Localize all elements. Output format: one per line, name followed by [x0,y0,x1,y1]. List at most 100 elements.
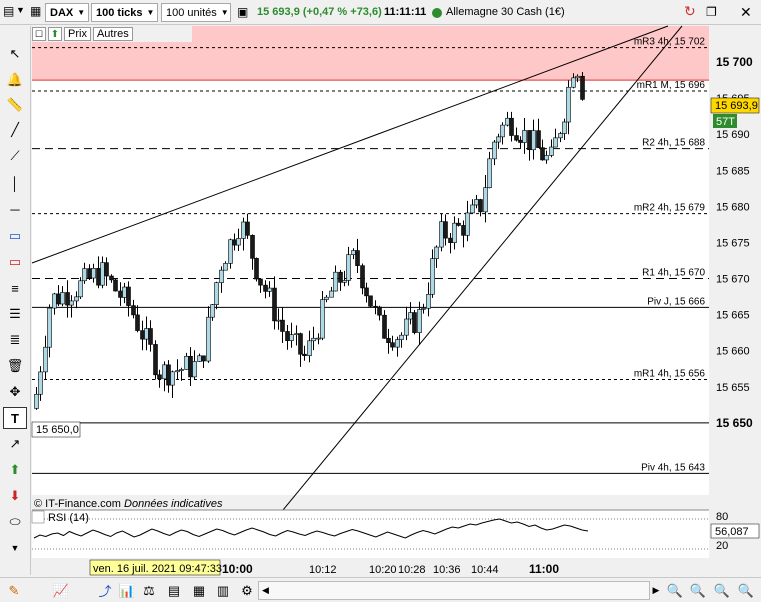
candle [483,187,488,213]
layout-icon[interactable]: ▦ [190,581,208,600]
arrow-up-icon[interactable]: ⬆ [48,27,62,41]
prix-button[interactable]: Prix [64,27,91,41]
candle [184,355,189,370]
share-icon[interactable]: ⤴ [96,581,114,600]
time-label-1012: 10:12 [309,564,337,576]
time-scrollbar[interactable]: ◀ [258,581,650,600]
zoom-fit-icon[interactable]: 🔍 [665,581,685,600]
chart-menu-icon[interactable]: ▤ [3,4,14,18]
candle [113,279,118,292]
trash-icon[interactable]: 🗑 [3,355,27,377]
level-label-2: R2 4h, 15 688 [642,138,705,149]
candle [439,221,444,248]
zoom-in-icon[interactable]: 🔍 [688,581,708,600]
vertical-line-icon[interactable]: │ [3,172,27,194]
arrow-down-icon[interactable]: ⬇ [3,485,27,507]
axis-label-15685: 15 685 [716,165,750,177]
candle [478,199,483,213]
time-label-1028: 10:28 [398,564,426,576]
cursor-icon[interactable]: ↖ [3,43,27,65]
line-tool-icon[interactable]: ╱ [3,119,27,141]
candle [553,137,558,148]
symbol-select[interactable]: DAX ▼ [45,3,89,22]
candle [531,130,536,151]
instrument-name: Allemagne 30 Cash (1€) [446,6,565,18]
candle [536,130,541,148]
horizontal-line-icon[interactable]: ─ [3,198,27,220]
pen-icon[interactable]: ✎ [4,581,24,600]
rsi-checkbox[interactable] [31,510,45,524]
candle [522,130,527,143]
bell-icon[interactable]: 🔔 [3,69,27,91]
time-cursor-label: ven. 16 juil. 2021 09:47:33 [93,563,222,575]
candle [562,121,567,134]
candle [232,239,237,246]
candle [294,333,299,335]
refresh-icon[interactable]: ↻ [684,3,696,20]
candle [448,237,453,243]
candle [307,340,312,356]
candle [395,339,400,348]
chevron-down-icon[interactable]: ▼ [3,537,27,559]
rsi-label: RSI (14) [48,512,89,524]
candle [316,337,321,340]
rsi-value: 56,087 [715,526,749,538]
grid-icon[interactable]: ▥ [214,581,232,600]
channel-icon[interactable]: ≣ [3,329,27,351]
ellipse-tool-icon[interactable]: ⬭ [3,511,27,533]
ticks-badge-label: 57T [716,116,735,128]
rsi-panel[interactable] [32,510,709,558]
units-select[interactable]: 100 unités ▼ [161,3,231,22]
candle [258,278,263,286]
template-icon[interactable]: ▤ [165,581,183,600]
arrow-up-icon[interactable]: ⬆ [3,459,27,481]
fibonacci-icon[interactable]: ≡ [3,277,27,299]
segment-tool-icon[interactable]: ⟋ [3,145,27,167]
compare-icon[interactable]: ⚖ [140,581,158,600]
candle [201,355,206,362]
zoom-reset-icon[interactable]: 🔍 [736,581,756,600]
candle [324,296,329,300]
settings-icon[interactable]: ⚙ [238,581,256,600]
candle [580,75,585,100]
level-label-0: mR3 4h, 15 702 [634,37,706,48]
time-label-1044: 10:44 [471,564,499,576]
scroll-left-icon[interactable]: ◀ [259,585,272,596]
price-panel[interactable] [32,26,709,495]
restore-icon[interactable]: ❐ [706,5,717,19]
candle [487,158,492,189]
status-dot-icon [432,8,442,18]
candle [91,268,96,279]
scroll-right-icon[interactable]: ▶ [651,581,661,600]
chart-style-icon[interactable]: 📈 [50,581,72,600]
candle [135,314,140,331]
candle [430,258,435,295]
ticks-select[interactable]: 100 ticks ▼ [91,3,158,22]
candle [276,319,281,322]
candle [118,290,123,298]
chart-area[interactable]: mR3 4h, 15 702 mR1 M, 15 696 R2 4h, 15 688… [0,0,761,577]
chevron-down-icon[interactable]: ▼ [16,5,25,15]
candle [144,328,149,340]
axis-label-15700: 15 700 [716,55,753,69]
ruler-icon[interactable]: 📏 [3,94,27,116]
level-label-4: R1 4h, 15 670 [642,268,705,279]
candle [52,293,57,309]
panel-checkbox[interactable]: ☐ [32,27,46,41]
zoom-out-icon[interactable]: 🔍 [712,581,732,600]
buy-order-icon[interactable]: ▭ [3,225,27,247]
sell-order-icon[interactable]: ▭ [3,251,27,273]
chart-type-icon[interactable]: ▦ [30,4,41,18]
fibo-fan-icon[interactable]: ☰ [3,303,27,325]
move-icon[interactable]: ✥ [3,381,27,403]
text-tool-icon[interactable]: T [3,407,27,429]
candle [192,361,197,378]
autres-button[interactable]: Autres [92,27,133,41]
candle [443,221,448,239]
candle [206,316,211,362]
indicator-icon[interactable]: 📊 [118,581,136,600]
candle [549,146,554,156]
calculator-icon[interactable]: ▣ [237,5,248,19]
close-icon[interactable]: ✕ [740,4,752,21]
arrow-tool-icon[interactable]: ↗ [3,433,27,455]
